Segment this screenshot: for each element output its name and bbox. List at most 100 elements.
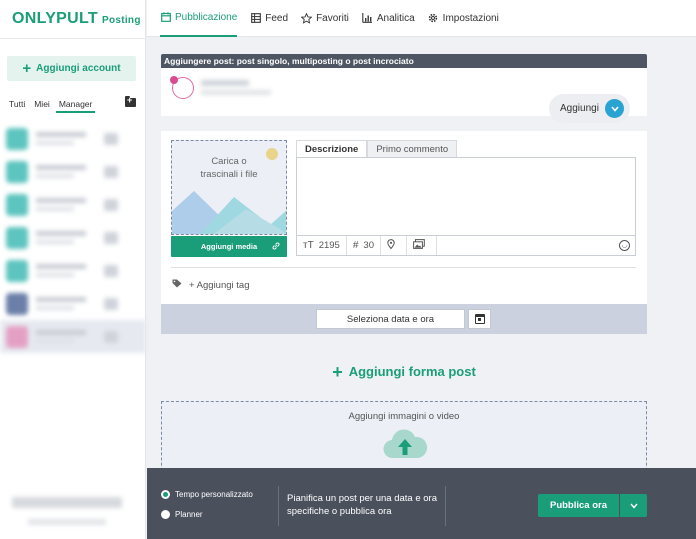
nav-analitica[interactable]: Analitica [362, 0, 415, 37]
nav-favoriti[interactable]: Favoriti [301, 0, 349, 37]
nav-label: Pubblicazione [175, 11, 238, 23]
radio-planner[interactable]: Planner [161, 510, 203, 519]
account-name [36, 165, 104, 178]
nav-label: Favoriti [316, 12, 349, 24]
tab-descrizione[interactable]: Descrizione [296, 140, 368, 157]
divider [445, 486, 446, 526]
nav-impostazioni[interactable]: Impostazioni [428, 0, 499, 37]
gallery-button[interactable] [407, 236, 437, 255]
star-icon [301, 12, 313, 24]
account-filter-tabs: Tutti Miei Manager [6, 97, 96, 113]
hashtag-icon: # [352, 240, 359, 251]
logo[interactable]: ONLYPULT Posting [12, 10, 141, 28]
sidebar-account-item[interactable] [0, 188, 146, 221]
sidebar-account-item[interactable] [0, 287, 146, 320]
add-tag-button[interactable]: + Aggiungi tag [172, 279, 249, 291]
nav-label: Feed [265, 12, 289, 24]
sidebar-account-item[interactable] [0, 122, 146, 155]
filter-tab-manager[interactable]: Manager [55, 97, 96, 113]
upload-dropzone[interactable]: Carica o trascinali i file [171, 140, 287, 235]
hills-illustration [172, 191, 286, 234]
avatar [6, 259, 28, 282]
add-form-label: Aggiungi forma post [348, 364, 476, 379]
calendar-button[interactable] [468, 309, 491, 329]
select-date-button[interactable]: Seleziona data e ora [316, 309, 465, 329]
sidebar-footer [12, 497, 130, 531]
sidebar: ONLYPULT Posting + Aggiungi account Tutti… [0, 0, 146, 539]
avatar[interactable] [170, 76, 194, 99]
avatar [6, 193, 28, 216]
description-tabs: Descrizione Primo commento [296, 140, 458, 157]
filter-tab-tutti[interactable]: Tutti [6, 97, 28, 113]
status-badge [104, 132, 118, 145]
status-badge [104, 165, 118, 178]
nav-label: Analitica [376, 12, 415, 24]
status-badge [104, 198, 118, 211]
radio-custom-time[interactable]: Tempo personalizzato [161, 490, 253, 499]
avatar [6, 226, 28, 249]
logo-sub: Posting [101, 15, 141, 26]
publish-now-button[interactable]: Pubblica ora [538, 494, 619, 517]
char-counter: тТ 2195 [297, 236, 347, 255]
gear-icon [428, 13, 439, 24]
upload-text: Carica o trascinali i file [200, 156, 258, 180]
grid-icon [250, 13, 261, 24]
schedule-bar: Seleziona data e ora [161, 304, 647, 334]
add-pill-label: Aggiungi [560, 103, 599, 114]
selected-account-row: Aggiungi [161, 68, 647, 123]
option-planner-label: Planner [175, 510, 203, 519]
avatar [6, 160, 28, 183]
logo-brand: ONLYPULT [12, 10, 98, 27]
nav-feed[interactable]: Feed [250, 0, 288, 37]
location-button[interactable] [381, 236, 407, 255]
media-drop-label: Aggiungi immagini o video [348, 411, 460, 422]
images-icon [413, 239, 425, 252]
radio-button[interactable] [161, 490, 170, 499]
add-media-button[interactable]: Aggiungi media [171, 236, 287, 257]
sidebar-account-item[interactable] [0, 320, 146, 353]
publish-bar: Tempo personalizzato Planner Pianifica u… [147, 468, 696, 539]
text-toolbar: тТ 2195 # 30 ◡ [296, 235, 636, 256]
emoji-icon[interactable]: ◡ [619, 240, 630, 251]
avatar [6, 127, 28, 150]
nav-label: Impostazioni [442, 12, 499, 24]
tab-primo-commento[interactable]: Primo commento [367, 140, 458, 157]
add-folder-icon[interactable] [125, 95, 136, 107]
filter-tab-miei[interactable]: Miei [31, 97, 53, 113]
add-account-button[interactable]: + Aggiungi account [7, 56, 136, 81]
add-post-form-button[interactable]: + Aggiungi forma post [161, 362, 647, 383]
tag-icon [172, 279, 183, 291]
add-account-dropdown[interactable]: Aggiungi [549, 94, 630, 123]
schedule-description: Pianifica un post per una data e ora spe… [287, 493, 437, 517]
cloud-upload-icon [383, 429, 428, 459]
description-textarea[interactable] [296, 157, 636, 236]
account-name [36, 330, 104, 343]
plus-icon: + [332, 362, 343, 382]
compose-card: Carica o trascinali i file Aggiungi medi… [161, 131, 647, 304]
location-pin-icon [387, 239, 395, 252]
link-icon [272, 242, 280, 252]
account-list [0, 122, 146, 353]
account-name [36, 297, 104, 310]
char-count: 2195 [318, 240, 340, 251]
account-name [36, 231, 104, 244]
divider [278, 486, 279, 526]
add-media-label: Aggiungi media [200, 242, 258, 251]
post-panel: Aggiungere post: post singolo, multipost… [161, 54, 647, 123]
top-nav: Pubblicazione Feed Favoriti Analitica Im… [147, 0, 696, 37]
sidebar-account-item[interactable] [0, 221, 146, 254]
text-size-icon: тТ [303, 240, 314, 251]
sidebar-account-item[interactable] [0, 254, 146, 287]
calendar-icon [160, 12, 171, 23]
post-panel-header: Aggiungere post: post singolo, multipost… [161, 54, 647, 68]
chevron-down-icon [629, 503, 638, 509]
publish-options-dropdown[interactable] [620, 494, 647, 517]
radio-button[interactable] [161, 510, 170, 519]
avatar [6, 292, 28, 315]
hashtag-counter: # 30 [347, 236, 381, 255]
avatar [6, 325, 28, 348]
plus-icon: + [22, 60, 32, 77]
sidebar-account-item[interactable] [0, 155, 146, 188]
nav-pubblicazione[interactable]: Pubblicazione [160, 0, 238, 37]
compose-divider [171, 267, 636, 268]
